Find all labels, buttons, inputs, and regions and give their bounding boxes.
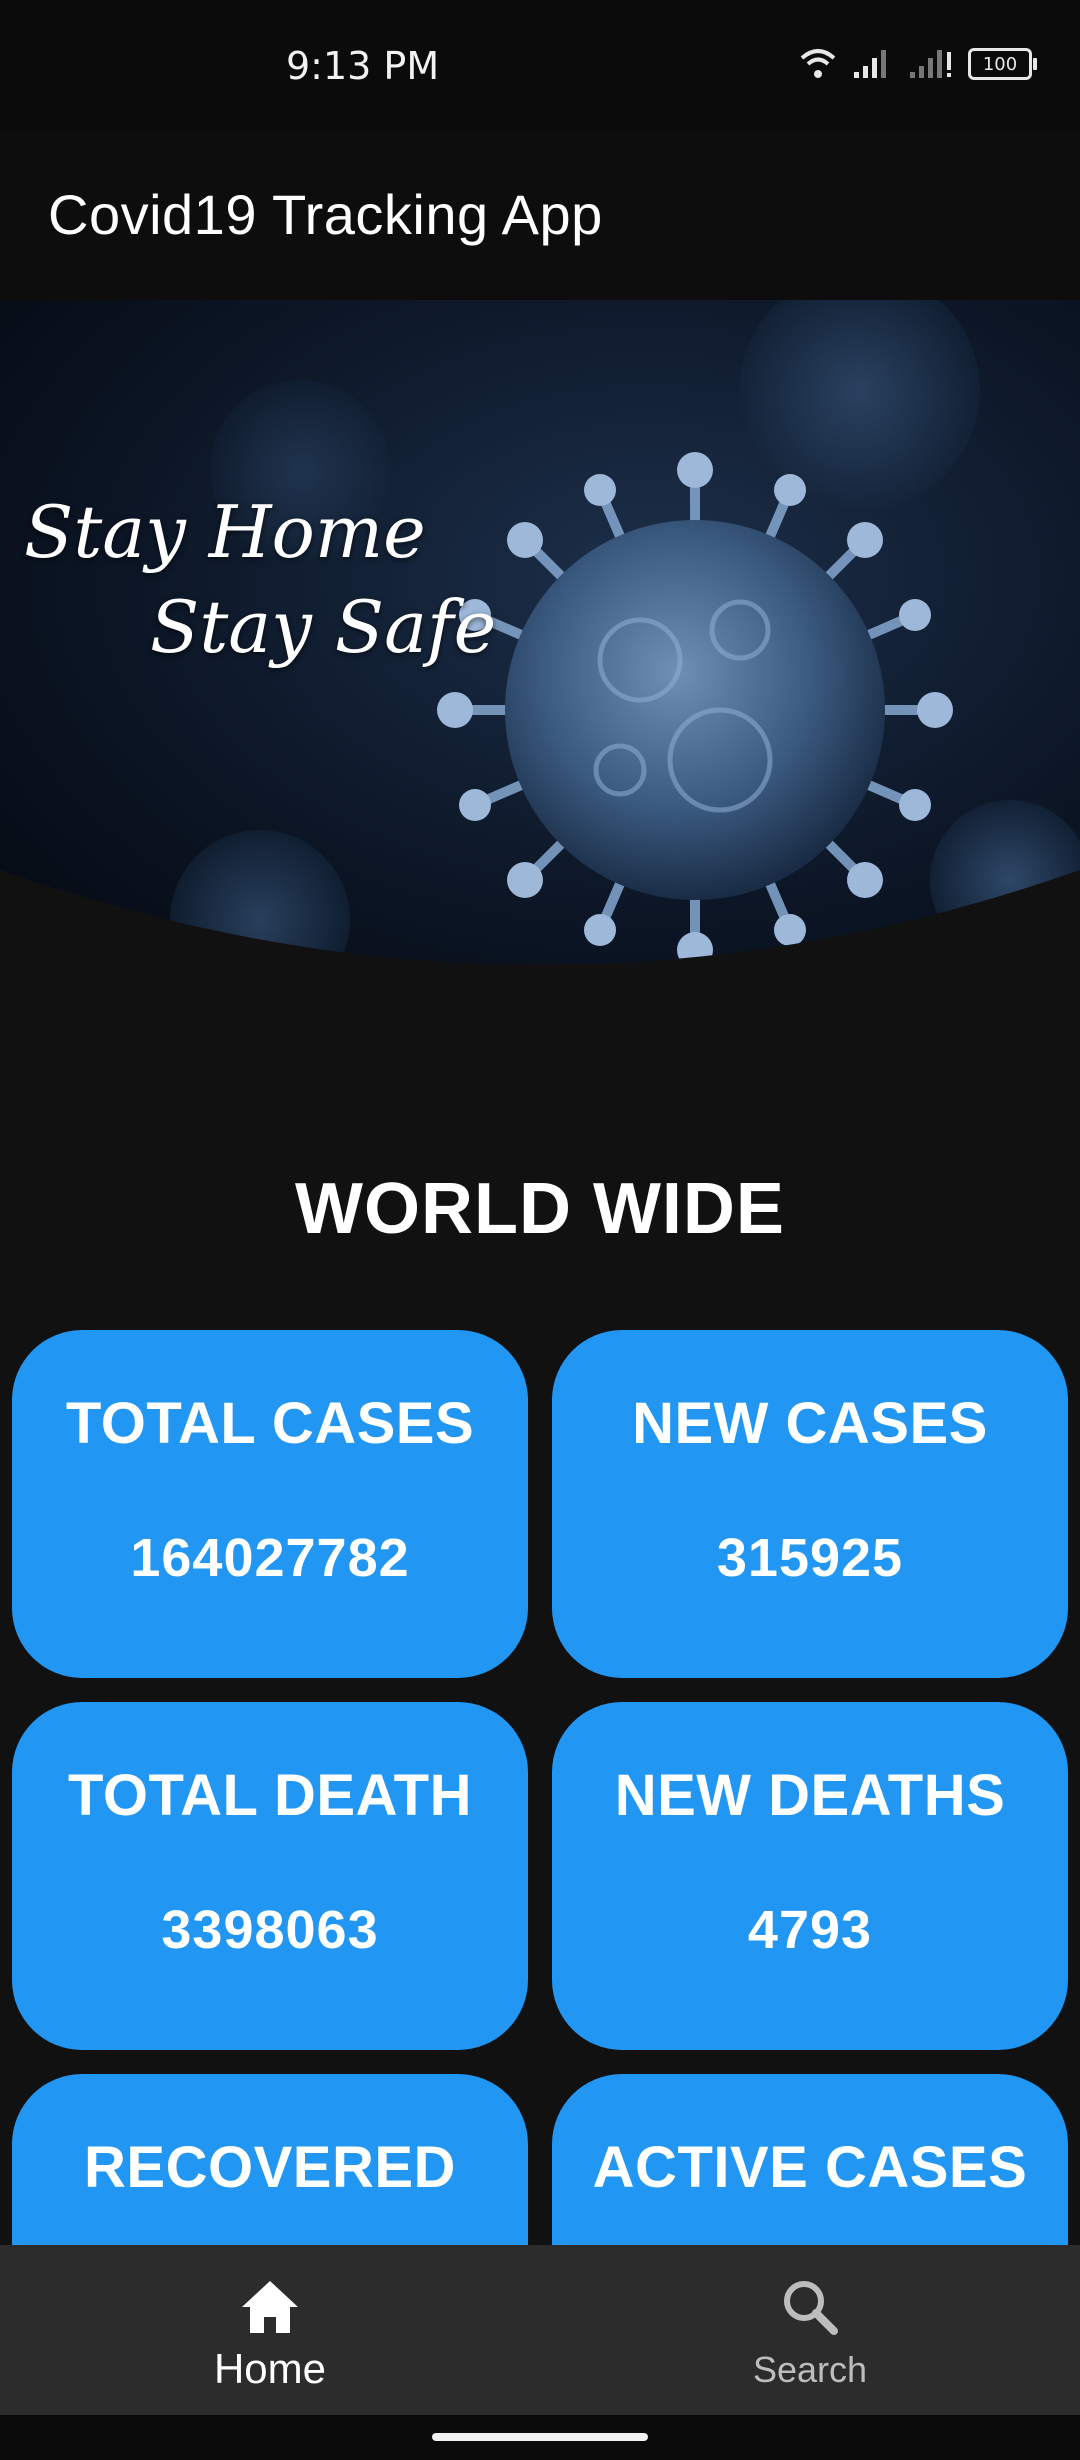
hero-line-2: Stay Safe <box>150 585 497 669</box>
hero-line-1: Stay Home <box>24 490 426 574</box>
card-title: ACTIVE CASES <box>592 2135 1028 2200</box>
total-death-card[interactable]: TOTAL DEATH 3398063 <box>12 1702 528 2050</box>
section-title: WORLD WIDE <box>295 1169 785 1249</box>
card-value: 3398063 <box>161 1900 379 1960</box>
card-title: TOTAL CASES <box>65 1391 475 1456</box>
search-icon <box>778 2275 842 2339</box>
card-value: 4793 <box>747 1900 873 1960</box>
card-title: NEW CASES <box>632 1391 988 1456</box>
hero-banner: Stay Home Stay Safe <box>0 300 1080 990</box>
total-cases-card[interactable]: TOTAL CASES 164027782 <box>12 1330 528 1678</box>
status-time: 9:13 PM <box>286 44 440 88</box>
app-bar: Covid19 Tracking App <box>0 130 1080 300</box>
home-icon <box>238 2275 302 2339</box>
card-value: 164027782 <box>130 1528 410 1588</box>
nav-home-label: Home <box>213 2345 327 2392</box>
card-title: RECOVERED <box>84 2135 456 2200</box>
signal-icon <box>852 44 894 85</box>
wifi-icon <box>798 44 838 85</box>
nav-search[interactable]: Search <box>540 2245 1080 2415</box>
card-value: 315925 <box>716 1528 904 1588</box>
battery-icon: 100 <box>968 48 1037 80</box>
new-deaths-card[interactable]: NEW DEATHS 4793 <box>552 1702 1068 2050</box>
app-title: Covid19 Tracking App <box>48 183 603 246</box>
bottom-navigation: Home Search <box>0 2245 1080 2415</box>
nav-home[interactable]: Home <box>0 2245 540 2415</box>
gesture-area <box>0 2415 1080 2460</box>
card-title: TOTAL DEATH <box>68 1763 472 1828</box>
status-bar: 9:13 PM 100 <box>0 0 1080 130</box>
new-cases-card[interactable]: NEW CASES 315925 <box>552 1330 1068 1678</box>
signal-icon <box>908 44 954 85</box>
home-gesture-handle[interactable] <box>432 2433 648 2441</box>
nav-search-label: Search <box>752 2349 868 2390</box>
card-title: NEW DEATHS <box>614 1763 1006 1828</box>
status-icons: 100 <box>798 44 1037 85</box>
